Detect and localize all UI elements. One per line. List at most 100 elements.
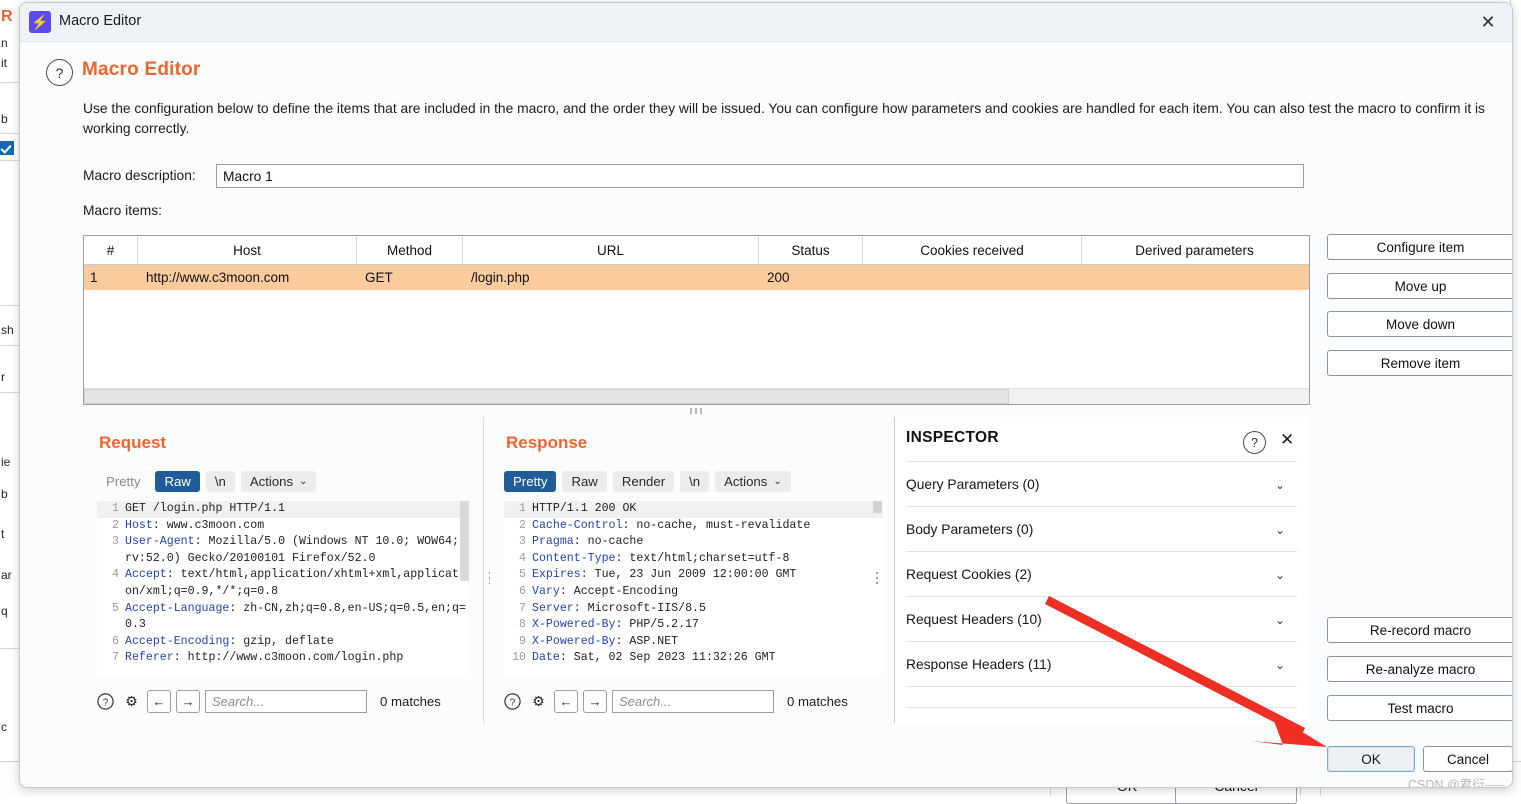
macro-items-table: # Host Method URL Status Cookies receive… [83,235,1310,405]
table-header-row: # Host Method URL Status Cookies receive… [84,236,1309,265]
svg-text:?: ? [510,697,516,708]
dialog-title: Macro Editor [59,13,142,29]
chevron-down-icon: ⌄ [1274,567,1285,582]
tab-response-pretty[interactable]: Pretty [504,471,557,492]
section-label: Body Parameters (0) [906,522,1034,537]
line-number: 2 [519,518,526,532]
response-search-input[interactable] [612,690,774,713]
request-actions-menu[interactable]: Actions ⌄ [240,471,317,492]
column-header-method[interactable]: Method [357,236,463,264]
cancel-button[interactable]: Cancel [1423,746,1512,772]
remove-item-button[interactable]: Remove item [1327,350,1512,376]
request-find-settings-icon[interactable]: ⚙ [121,691,142,712]
column-header-host[interactable]: Host [138,236,357,264]
response-find-prev-button[interactable]: ← [554,690,578,713]
close-icon[interactable]: ✕ [1464,3,1512,41]
line-text: Host: www.c3moon.com [125,518,265,532]
request-vertical-scrollbar[interactable] [460,501,469,581]
line-text: Accept-Language: zh-CN,zh;q=0.8,en-US;q=… [125,601,466,632]
response-find-settings-icon[interactable]: ⚙ [528,691,549,712]
move-up-button[interactable]: Move up [1327,273,1512,299]
line-text: Vary: Accept-Encoding [532,584,679,598]
request-find-help-icon[interactable]: ? [95,691,116,712]
response-resize-grip[interactable] [876,572,878,584]
response-find-next-button[interactable]: → [583,690,607,713]
line-text: GET /login.php HTTP/1.1 [125,501,469,518]
macro-editor-dialog: ⚡ Macro Editor ✕ ? Macro Editor Use the … [19,2,1513,788]
inspector-section-request-cookies[interactable]: Request Cookies (2) ⌄ [906,551,1297,597]
inspector-section-request-headers[interactable]: Request Headers (10) ⌄ [906,596,1297,642]
request-find-next-button[interactable]: → [176,690,200,713]
pane-splitter-handle[interactable] [83,406,1308,416]
tab-request-raw[interactable]: Raw [155,471,200,492]
chevron-down-icon: ⌄ [773,476,782,487]
line-number: 10 [512,651,526,665]
code-line: 6 Vary: Accept-Encoding [504,584,882,601]
line-text: HTTP/1.1 200 OK [532,501,882,518]
bg-checkbox[interactable] [0,141,14,155]
bg-fragment-4: sh [1,323,14,337]
column-header-status[interactable]: Status [759,236,863,264]
request-tab-row: Pretty Raw \n Actions ⌄ [97,471,317,492]
line-number: 3 [112,535,119,549]
cell-status: 200 [767,270,790,285]
move-down-button[interactable]: Move down [1327,311,1512,337]
tab-response-newline[interactable]: \n [680,471,710,492]
code-line: 5 Accept-Language: zh-CN,zh;q=0.8,en-US;q… [97,601,469,634]
response-vertical-scrollbar[interactable] [873,501,882,513]
table-row[interactable]: 1 http://www.c3moon.com GET /login.php 2… [84,265,1309,290]
cell-host: http://www.c3moon.com [146,270,290,285]
tab-request-newline[interactable]: \n [205,471,235,492]
chevron-down-icon: ⌄ [1274,657,1285,672]
code-line: 3 User-Agent: Mozilla/5.0 (Windows NT 10.… [97,534,469,567]
response-match-count: 0 matches [787,694,848,709]
test-macro-button[interactable]: Test macro [1327,695,1512,721]
chevron-down-icon: ⌄ [299,476,308,487]
re-analyze-macro-button[interactable]: Re-analyze macro [1327,656,1512,682]
bg-fragment-0: R [1,8,13,25]
request-search-input[interactable] [205,690,367,713]
request-find-bar: ? ⚙ ← → 0 matches [95,690,441,713]
response-find-help-icon[interactable]: ? [502,691,523,712]
bg-fragment-9: ar [1,568,12,582]
section-label: Request Headers (10) [906,612,1042,627]
column-header-derived[interactable]: Derived parameters [1082,236,1307,264]
tab-response-render[interactable]: Render [612,471,675,492]
section-label: Request Cookies (2) [906,567,1032,582]
bg-fragment-10: q [1,604,8,618]
ok-button[interactable]: OK [1327,746,1415,772]
line-text: X-Powered-By: PHP/5.2.17 [532,618,699,632]
inspector-section-query-parameters[interactable]: Query Parameters (0) ⌄ [906,461,1297,507]
configure-item-button[interactable]: Configure item [1327,234,1512,260]
tab-response-raw[interactable]: Raw [562,471,607,492]
column-header-url[interactable]: URL [463,236,759,264]
line-number: 1 [97,501,125,518]
request-find-prev-button[interactable]: ← [147,690,171,713]
re-record-macro-button[interactable]: Re-record macro [1327,617,1512,643]
inspector-help-icon[interactable]: ? [1243,431,1266,454]
line-number: 5 [519,568,526,582]
scrollbar-thumb[interactable] [84,389,1009,404]
help-icon[interactable]: ? [46,59,73,86]
column-header-cookies[interactable]: Cookies received [863,236,1082,264]
code-line: 2 Cache-Control: no-cache, must-revalidat… [504,518,882,535]
inspector-section-response-headers[interactable]: Response Headers (11) ⌄ [906,641,1297,687]
chevron-down-icon: ⌄ [1274,522,1285,537]
line-number: 4 [112,568,119,582]
request-match-count: 0 matches [380,694,441,709]
inspector-section-body-parameters[interactable]: Body Parameters (0) ⌄ [906,506,1297,552]
line-number: 3 [519,535,526,549]
request-code-view[interactable]: 1 GET /login.php HTTP/1.1 2 Host: www.c3mo… [97,501,469,675]
response-title: Response [506,433,588,452]
code-line: 8 X-Powered-By: PHP/5.2.17 [504,617,882,634]
bg-fragment-3: b [1,112,8,126]
column-header-num[interactable]: # [84,236,138,264]
line-text: Cache-Control: no-cache, must-revalidate [532,518,811,532]
macro-description-input[interactable] [216,164,1304,188]
response-code-view[interactable]: 1 HTTP/1.1 200 OK 2 Cache-Control: no-cach… [504,501,882,675]
response-actions-menu[interactable]: Actions ⌄ [715,471,791,492]
tab-request-pretty[interactable]: Pretty [97,471,149,492]
chevron-down-icon: ⌄ [1274,612,1285,627]
inspector-close-icon[interactable]: ✕ [1280,430,1294,450]
table-horizontal-scrollbar[interactable] [84,388,1309,404]
